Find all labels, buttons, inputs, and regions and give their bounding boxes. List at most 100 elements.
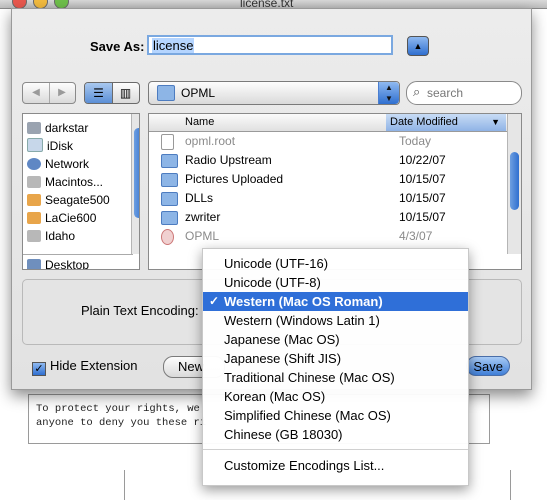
sidebar-item-label: Desktop: [45, 258, 90, 270]
menu-item[interactable]: Unicode (UTF-16): [203, 254, 468, 273]
opml-icon: [161, 229, 174, 245]
menu-item-label: Unicode (UTF-8): [224, 275, 321, 290]
menu-item-label: Unicode (UTF-16): [224, 256, 329, 271]
list-view-icon[interactable]: ☰: [85, 83, 113, 103]
column-header-date-modified[interactable]: Date Modified ▼: [386, 114, 506, 131]
menu-item-label: Western (Windows Latin 1): [224, 313, 380, 328]
file-date: 10/15/07: [399, 191, 446, 205]
search-field[interactable]: ⌕ search: [406, 81, 522, 105]
menu-item-label: Western (Mac OS Roman): [224, 294, 383, 309]
menu-item[interactable]: Japanese (Mac OS): [203, 330, 468, 349]
sidebar: darkstar iDisk Network Macintos... Seaga…: [22, 113, 140, 270]
file-date: Today: [399, 134, 432, 148]
column-view-icon[interactable]: ▥: [112, 83, 139, 103]
checkmark-icon: ✓: [209, 294, 220, 308]
menu-item[interactable]: Chinese (GB 18030): [203, 425, 468, 444]
sidebar-item-seagate500[interactable]: Seagate500: [27, 192, 137, 209]
sidebar-item-network[interactable]: Network: [27, 156, 137, 173]
file-date: 4/3/07: [399, 229, 433, 243]
sidebar-item-lacie600[interactable]: LaCie600: [27, 210, 137, 227]
divider: [124, 470, 125, 500]
sidebar-item-idaho[interactable]: Idaho: [27, 228, 137, 245]
file-list-scrollbar[interactable]: [507, 114, 521, 254]
column-header-label: Date Modified: [390, 116, 458, 128]
sidebar-item-idisk[interactable]: iDisk: [27, 138, 137, 155]
menu-item-label: Simplified Chinese (Mac OS): [224, 408, 391, 423]
folder-icon: [161, 211, 178, 225]
scrollbar-thumb[interactable]: [510, 152, 519, 210]
menu-item-customize[interactable]: Customize Encodings List...: [203, 456, 468, 475]
forward-arrow-icon[interactable]: ▶: [49, 83, 75, 103]
menu-item-label: Chinese (GB 18030): [224, 427, 343, 442]
hard-drive-icon: [27, 230, 41, 242]
hide-extension-checkbox[interactable]: ✓ Hide Extension: [32, 358, 137, 376]
menu-item-label: Japanese (Shift JIS): [224, 351, 342, 366]
file-row[interactable]: OPML 4/3/07: [149, 227, 507, 246]
scrollbar-thumb[interactable]: [134, 128, 139, 218]
hide-extension-label: Hide Extension: [50, 358, 138, 373]
folder-icon: [157, 85, 175, 101]
menu-item[interactable]: Japanese (Shift JIS): [203, 349, 468, 368]
file-date: 10/15/07: [399, 172, 446, 186]
divider: [510, 470, 511, 500]
collapse-dialog-button[interactable]: ▲: [407, 36, 429, 56]
checkmark-icon: ✓: [32, 362, 46, 376]
file-name: zwriter: [185, 210, 221, 224]
file-row[interactable]: Pictures Uploaded 10/15/07: [149, 170, 507, 189]
file-name: opml.root: [185, 134, 236, 148]
desktop-icon: [27, 259, 41, 269]
folder-icon: [161, 192, 178, 206]
file-date: 10/22/07: [399, 153, 446, 167]
filename-text: license: [152, 38, 195, 53]
menu-item[interactable]: Western (Windows Latin 1): [203, 311, 468, 330]
location-label: OPML: [181, 86, 216, 100]
hard-drive-icon: [27, 176, 41, 188]
file-row[interactable]: zwriter 10/15/07: [149, 208, 507, 227]
folder-icon: [161, 154, 178, 168]
filename-field[interactable]: license: [147, 35, 393, 55]
sidebar-item-macintosh[interactable]: Macintos...: [27, 174, 137, 191]
sort-descending-icon: ▼: [491, 117, 500, 127]
back-arrow-icon[interactable]: ◀: [23, 83, 50, 103]
file-row[interactable]: DLLs 10/15/07: [149, 189, 507, 208]
encoding-label: Plain Text Encoding:: [81, 303, 199, 318]
sidebar-item-desktop[interactable]: Desktop: [27, 257, 137, 270]
network-icon: [27, 158, 41, 170]
sidebar-item-label: Seagate500: [45, 193, 110, 207]
column-header-name[interactable]: Name: [185, 116, 214, 128]
menu-item[interactable]: Unicode (UTF-8): [203, 273, 468, 292]
file-browser: Name Date Modified ▼ opml.root Today Radio…: [148, 113, 522, 270]
menu-item-label: Korean (Mac OS): [224, 389, 326, 404]
file-name: Radio Upstream: [185, 153, 272, 167]
menu-item-label: Traditional Chinese (Mac OS): [224, 370, 395, 385]
search-placeholder: search: [427, 86, 464, 100]
file-date: 10/15/07: [399, 210, 446, 224]
hard-drive-icon: [27, 194, 41, 206]
sidebar-item-label: Network: [45, 157, 90, 171]
sidebar-item-label: darkstar: [45, 121, 89, 135]
file-name: Pictures Uploaded: [185, 172, 284, 186]
sidebar-item-label: LaCie600: [45, 211, 97, 225]
menu-item-label: Customize Encodings List...: [224, 458, 385, 473]
sidebar-item-darkstar[interactable]: darkstar: [27, 120, 137, 137]
menu-item-selected[interactable]: ✓ Western (Mac OS Roman): [203, 292, 468, 311]
menu-item[interactable]: Simplified Chinese (Mac OS): [203, 406, 468, 425]
sidebar-divider: [23, 254, 133, 255]
menu-item-label: Japanese (Mac OS): [224, 332, 340, 347]
file-name: DLLs: [185, 191, 214, 205]
file-list-header: Name Date Modified ▼: [149, 114, 507, 132]
file-row[interactable]: opml.root Today: [149, 132, 507, 151]
search-icon: ⌕: [413, 84, 421, 99]
document-icon: [161, 134, 174, 150]
computer-icon: [27, 122, 41, 134]
file-row[interactable]: Radio Upstream 10/22/07: [149, 151, 507, 170]
menu-item[interactable]: Traditional Chinese (Mac OS): [203, 368, 468, 387]
view-mode-buttons: ☰ ▥: [84, 82, 140, 104]
sidebar-item-label: Macintos...: [45, 175, 104, 189]
sidebar-item-label: Idaho: [45, 229, 76, 243]
save-button[interactable]: Save: [466, 356, 510, 376]
hard-drive-icon: [27, 212, 41, 224]
menu-item[interactable]: Korean (Mac OS): [203, 387, 468, 406]
location-popup[interactable]: OPML ▲ ▼: [148, 81, 400, 105]
sidebar-scrollbar[interactable]: [131, 114, 139, 254]
